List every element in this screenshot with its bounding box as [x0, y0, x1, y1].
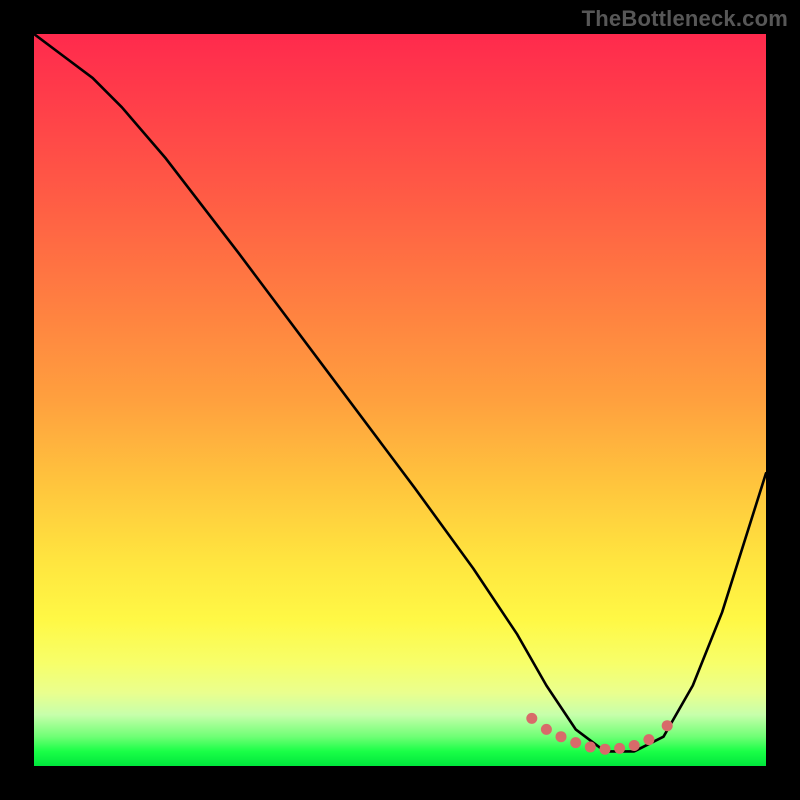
marker-dot: [541, 724, 552, 735]
marker-dot: [629, 740, 640, 751]
marker-dot: [585, 742, 596, 753]
chart-overlay: [34, 34, 766, 766]
marker-dot: [643, 734, 654, 745]
marker-dot: [526, 713, 537, 724]
watermark-text: TheBottleneck.com: [582, 6, 788, 32]
marker-dot: [614, 743, 625, 754]
marker-dot: [556, 731, 567, 742]
curve-line: [34, 34, 766, 751]
marker-dot: [662, 720, 673, 731]
marker-dot: [570, 737, 581, 748]
marker-dot: [600, 744, 611, 755]
chart-frame: TheBottleneck.com: [0, 0, 800, 800]
plot-area: [34, 34, 766, 766]
